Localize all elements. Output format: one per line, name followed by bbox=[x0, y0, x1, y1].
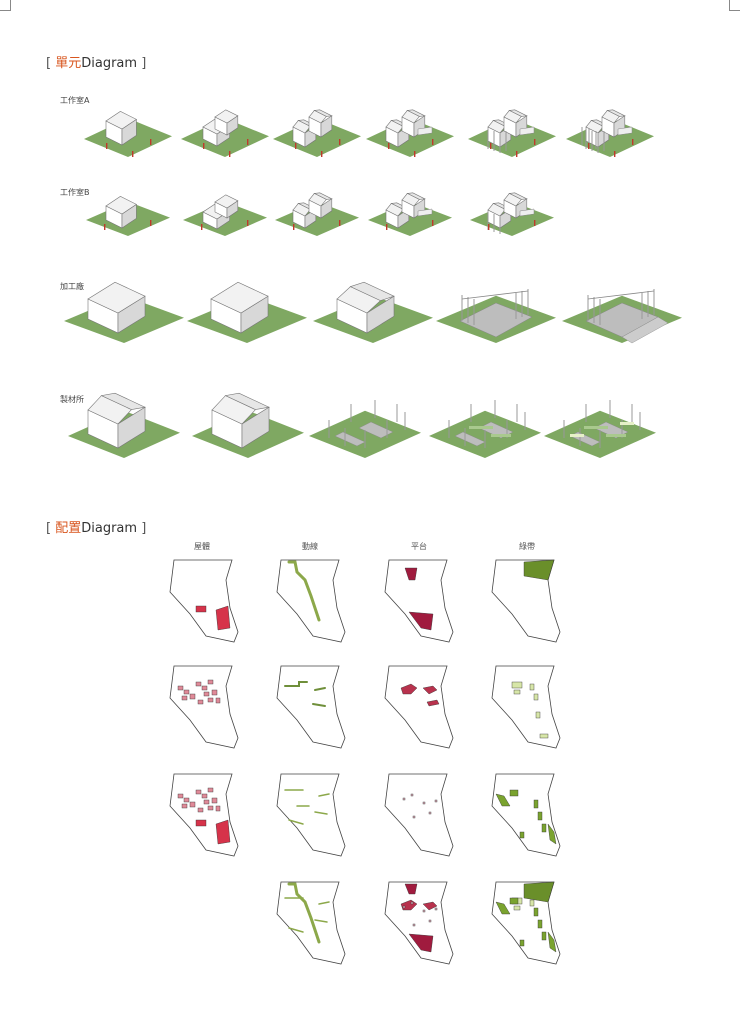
sawmill-step-4 bbox=[429, 400, 541, 458]
sawmill-step-2 bbox=[192, 392, 304, 458]
crop-mark-top-left bbox=[0, 0, 11, 11]
site-plan-r2-c4 bbox=[491, 665, 561, 749]
studio-a-step-5 bbox=[468, 109, 556, 157]
site-plan-r4-c2 bbox=[276, 881, 346, 965]
studio-b-step-4 bbox=[368, 192, 452, 236]
site-plan-r2-c2 bbox=[276, 665, 346, 749]
site-plan-r1-c3 bbox=[384, 559, 454, 643]
studio-a-step-2 bbox=[181, 109, 269, 157]
site-plan-r3-c2 bbox=[276, 773, 346, 857]
studio-a-step-4 bbox=[366, 109, 454, 157]
studio-b-step-1 bbox=[86, 196, 170, 236]
site-plan-r3-c4 bbox=[491, 773, 561, 857]
col-label-buildings: 屋體 bbox=[194, 542, 210, 551]
site-plan-r2-c1 bbox=[169, 665, 239, 749]
site-plan-r2-c3 bbox=[384, 665, 454, 749]
site-plan-r1-c1 bbox=[169, 559, 239, 643]
site-plan-r1-c4 bbox=[491, 559, 561, 643]
col-label-greenbelt: 綠帶 bbox=[519, 542, 535, 551]
site-plan-r4-c4 bbox=[491, 881, 561, 965]
factory-step-3 bbox=[313, 281, 433, 343]
factory-step-2 bbox=[187, 281, 307, 343]
sawmill-step-5 bbox=[544, 400, 656, 458]
site-plan-r1-c2 bbox=[276, 559, 346, 643]
factory-step-4 bbox=[436, 289, 556, 343]
crop-mark-top-right bbox=[729, 0, 740, 11]
layout-diagram-heading: [ 配置Diagram ] bbox=[46, 521, 147, 536]
studio-a-step-6 bbox=[566, 109, 654, 157]
col-label-platform: 平台 bbox=[411, 542, 427, 551]
unit-diagram-heading: [ 單元Diagram ] bbox=[46, 56, 147, 71]
studio-b-step-5 bbox=[470, 192, 554, 236]
sawmill-step-3 bbox=[309, 400, 421, 458]
sawmill-step-1 bbox=[68, 392, 180, 458]
factory-step-5 bbox=[562, 289, 682, 344]
studio-a-step-3 bbox=[273, 109, 361, 157]
studio-b-step-3 bbox=[275, 192, 359, 236]
studio-a-step-1 bbox=[84, 111, 172, 157]
studio-b-step-2 bbox=[183, 194, 267, 236]
col-label-circulation: 動線 bbox=[302, 542, 318, 551]
site-plan-r4-c3 bbox=[384, 881, 454, 965]
site-plan-r3-c1 bbox=[169, 773, 239, 857]
site-plan-r3-c3 bbox=[384, 773, 454, 857]
factory-step-1 bbox=[64, 281, 184, 343]
